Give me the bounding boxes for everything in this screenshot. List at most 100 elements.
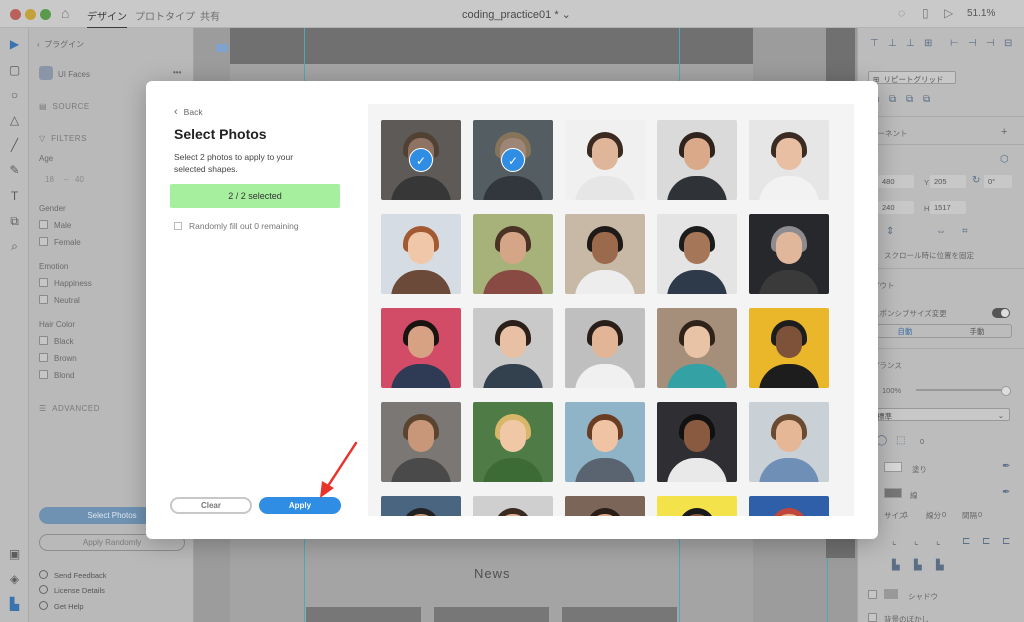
news-card[interactable] <box>562 607 677 622</box>
3d-transform-icon[interactable]: ⬡ <box>1000 154 1009 165</box>
hair-black-checkbox[interactable] <box>39 336 48 345</box>
photo-thumbnail[interactable] <box>749 214 829 294</box>
select-tool-icon[interactable]: ▶ <box>8 38 21 51</box>
back-to-plugins[interactable]: ‹ プラグイン <box>37 39 84 50</box>
add-component-icon[interactable]: + <box>1001 126 1007 138</box>
grid-handle-icon[interactable] <box>216 44 228 52</box>
photo-thumbnail[interactable] <box>565 402 645 482</box>
height-input[interactable]: 1517 <box>930 201 966 214</box>
constraint-icon[interactable]: ⌗ <box>962 226 968 237</box>
photo-thumbnail[interactable]: ✓ <box>473 120 553 200</box>
photo-grid[interactable]: ✓ ✓ <box>368 104 854 516</box>
layers-icon[interactable]: ◈ <box>8 573 21 586</box>
close-window-button[interactable] <box>10 9 21 20</box>
text-tool-icon[interactable]: T <box>8 190 21 203</box>
line-tool-icon[interactable]: ╱ <box>8 139 21 152</box>
fix-position-label[interactable]: スクロール時に位置を固定 <box>884 250 974 261</box>
photo-thumbnail[interactable]: ✓ <box>381 120 461 200</box>
pen-tool-icon[interactable]: ✎ <box>8 164 21 177</box>
photo-thumbnail[interactable] <box>565 214 645 294</box>
distribute-icon[interactable]: ⊞ <box>924 38 932 49</box>
photo-thumbnail[interactable] <box>381 308 461 388</box>
minimize-window-button[interactable] <box>25 9 36 20</box>
photo-thumbnail[interactable] <box>749 402 829 482</box>
apply-button[interactable]: Apply <box>259 497 341 514</box>
tab-design[interactable]: デザイン <box>87 8 127 29</box>
align-bottom-icon[interactable]: ⊥ <box>906 38 915 49</box>
photo-thumbnail[interactable] <box>657 308 737 388</box>
zoom-tool-icon[interactable]: ⌕ <box>8 240 21 253</box>
photo-thumbnail[interactable] <box>473 214 553 294</box>
emotion-neutral-checkbox[interactable] <box>39 295 48 304</box>
plugins-icon[interactable]: ▙ <box>8 598 21 611</box>
play-icon[interactable]: ▷ <box>944 6 953 20</box>
photo-thumbnail[interactable] <box>473 308 553 388</box>
assets-icon[interactable]: ▣ <box>8 548 21 561</box>
plugin-more-button[interactable]: ••• <box>173 68 181 77</box>
photo-thumbnail[interactable] <box>565 496 645 516</box>
hair-brown-checkbox[interactable] <box>39 353 48 362</box>
photo-thumbnail[interactable] <box>657 402 737 482</box>
news-section-title[interactable]: News <box>474 566 511 581</box>
join-miter-icon[interactable]: ⌞ <box>892 536 897 547</box>
hair-blond-checkbox[interactable] <box>39 370 48 379</box>
resize-mode-segment[interactable]: 自動 手動 <box>868 324 1012 338</box>
source-section[interactable]: ▤ SOURCE <box>39 102 90 111</box>
cap-butt-icon[interactable]: ⊏ <box>962 536 970 547</box>
join-bevel-icon[interactable]: ⌞ <box>936 536 941 547</box>
photo-thumbnail[interactable] <box>473 402 553 482</box>
random-fill-checkbox[interactable] <box>174 222 182 230</box>
align-left-icon[interactable]: ⊢ <box>950 38 959 49</box>
zoom-level[interactable]: 51.1% <box>967 8 995 19</box>
blend-mode-select[interactable]: 標準 ⌄ <box>872 408 1010 421</box>
advanced-section[interactable]: ☰ ADVANCED <box>39 404 100 413</box>
license-details-link[interactable]: License Details <box>39 585 105 595</box>
tab-share[interactable]: 共有 <box>200 8 220 23</box>
photo-thumbnail[interactable] <box>749 120 829 200</box>
y-position-input[interactable]: 205 <box>930 175 966 188</box>
shadow-checkbox[interactable] <box>868 590 877 599</box>
artboard-tool-icon[interactable]: ⧉ <box>8 215 21 228</box>
zoom-window-button[interactable] <box>40 9 51 20</box>
photo-thumbnail[interactable] <box>565 120 645 200</box>
dash-value[interactable]: 0 <box>942 510 946 519</box>
gender-male-checkbox[interactable] <box>39 220 48 229</box>
cap-square-icon[interactable]: ⊏ <box>1002 536 1010 547</box>
photo-thumbnail[interactable] <box>381 496 461 516</box>
gender-female-checkbox[interactable] <box>39 237 48 246</box>
ellipse-tool-icon[interactable]: ○ <box>8 89 21 102</box>
inside-stroke-icon[interactable]: ▙ <box>892 560 900 571</box>
center-stroke-icon[interactable]: ▙ <box>914 560 922 571</box>
padding-icon[interactable]: ⇔ <box>936 226 946 237</box>
boolean-subtract-icon[interactable]: ⧉ <box>889 94 896 105</box>
user-icon[interactable]: ◌ <box>898 6 905 20</box>
corner-radius-value[interactable]: 0 <box>920 437 924 446</box>
artboard-header-image[interactable] <box>230 28 753 64</box>
photo-thumbnail[interactable] <box>381 402 461 482</box>
repeat-grid-button[interactable]: ⊞ リピートグリッド <box>868 71 956 84</box>
align-top-icon[interactable]: ⊤ <box>870 38 879 49</box>
photo-thumbnail[interactable] <box>749 496 829 516</box>
boolean-intersect-icon[interactable]: ⧉ <box>906 94 913 105</box>
x-position-input[interactable]: 480 <box>878 175 914 188</box>
filters-section[interactable]: ▽ FILTERS <box>39 134 87 143</box>
back-link[interactable]: ‹ Back <box>174 107 203 118</box>
tab-prototype[interactable]: プロトタイプ <box>135 8 195 23</box>
document-title[interactable]: coding_practice01 * ⌄ <box>462 8 571 21</box>
fill-swatch[interactable] <box>884 462 902 472</box>
random-fill-option[interactable]: Randomly fill out 0 remaining <box>174 221 299 231</box>
rectangle-tool-icon[interactable]: ▢ <box>8 64 21 77</box>
get-help-link[interactable]: Get Help <box>39 601 84 611</box>
align-center-icon[interactable]: ⊣ <box>968 38 977 49</box>
manual-option[interactable]: 手動 <box>941 326 1013 337</box>
stroke-size-value[interactable]: 1 <box>904 510 908 519</box>
clear-button[interactable]: Clear <box>170 497 252 514</box>
responsive-resize-icon[interactable]: ⇕ <box>886 226 894 237</box>
join-round-icon[interactable]: ⌞ <box>914 536 919 547</box>
emotion-happiness-checkbox[interactable] <box>39 278 48 287</box>
triangle-tool-icon[interactable]: △ <box>8 114 21 127</box>
opacity-value[interactable]: 100% <box>882 386 901 395</box>
photo-thumbnail[interactable] <box>657 120 737 200</box>
photo-thumbnail[interactable] <box>749 308 829 388</box>
outside-stroke-icon[interactable]: ▙ <box>936 560 944 571</box>
